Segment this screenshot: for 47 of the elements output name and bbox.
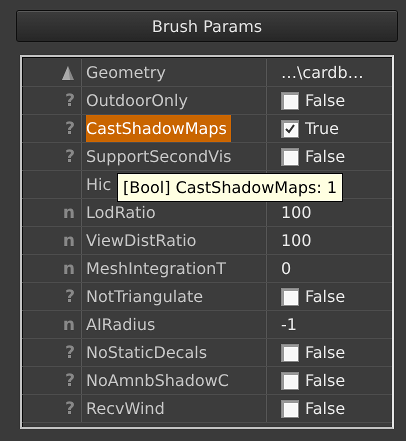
property-name[interactable]: NoStaticDecals bbox=[86, 339, 212, 366]
value-text[interactable]: …\cardb… bbox=[281, 63, 364, 82]
type-marker: n bbox=[62, 258, 75, 278]
value-text: False bbox=[305, 287, 346, 306]
value-text[interactable]: 100 bbox=[281, 203, 312, 222]
checkbox[interactable] bbox=[281, 400, 299, 418]
checkbox[interactable] bbox=[281, 372, 299, 390]
property-name[interactable]: NoAmnbShadowC bbox=[86, 367, 233, 394]
type-marker: ? bbox=[65, 370, 75, 390]
type-marker: ? bbox=[65, 90, 75, 110]
value-text: False bbox=[305, 147, 346, 166]
panel-title: Brush Params bbox=[16, 10, 398, 42]
value-text: True bbox=[305, 119, 339, 138]
checkbox[interactable] bbox=[281, 148, 299, 166]
tooltip: [Bool] CastShadowMaps: 1 bbox=[117, 173, 344, 202]
property-name[interactable]: Hic bbox=[86, 171, 116, 198]
value-text: False bbox=[305, 343, 346, 362]
value-text: False bbox=[305, 371, 346, 390]
geometry-icon bbox=[61, 64, 75, 80]
type-marker: n bbox=[62, 230, 75, 250]
type-marker: ? bbox=[65, 398, 75, 418]
property-name[interactable]: ViewDistRatio bbox=[86, 227, 200, 254]
type-marker: ? bbox=[65, 342, 75, 362]
property-name[interactable]: SupportSecondVis bbox=[86, 143, 236, 170]
value-text[interactable]: -1 bbox=[281, 315, 297, 334]
value-text[interactable]: 0 bbox=[281, 259, 292, 278]
property-name[interactable]: RecvWind bbox=[86, 395, 169, 422]
type-marker: ? bbox=[65, 286, 75, 306]
property-name[interactable]: CastShadowMaps bbox=[86, 115, 231, 142]
property-name[interactable]: NotTriangulate bbox=[86, 283, 208, 310]
check-icon bbox=[284, 122, 296, 134]
checkbox[interactable] bbox=[281, 120, 299, 138]
property-name[interactable]: OutdoorOnly bbox=[86, 87, 192, 114]
type-marker: ? bbox=[65, 118, 75, 138]
checkbox[interactable] bbox=[281, 344, 299, 362]
checkbox[interactable] bbox=[281, 288, 299, 306]
property-name[interactable]: AIRadius bbox=[86, 311, 160, 338]
value-text: False bbox=[305, 399, 346, 418]
property-name[interactable]: Geometry bbox=[86, 59, 170, 86]
type-marker: n bbox=[62, 314, 75, 334]
property-name[interactable]: LodRatio bbox=[86, 199, 160, 226]
property-name[interactable]: MeshIntegrationT bbox=[86, 255, 230, 282]
checkbox[interactable] bbox=[281, 92, 299, 110]
type-marker: ? bbox=[65, 146, 75, 166]
value-text: False bbox=[305, 91, 346, 110]
value-text[interactable]: 100 bbox=[281, 231, 312, 250]
type-marker: n bbox=[62, 202, 75, 222]
